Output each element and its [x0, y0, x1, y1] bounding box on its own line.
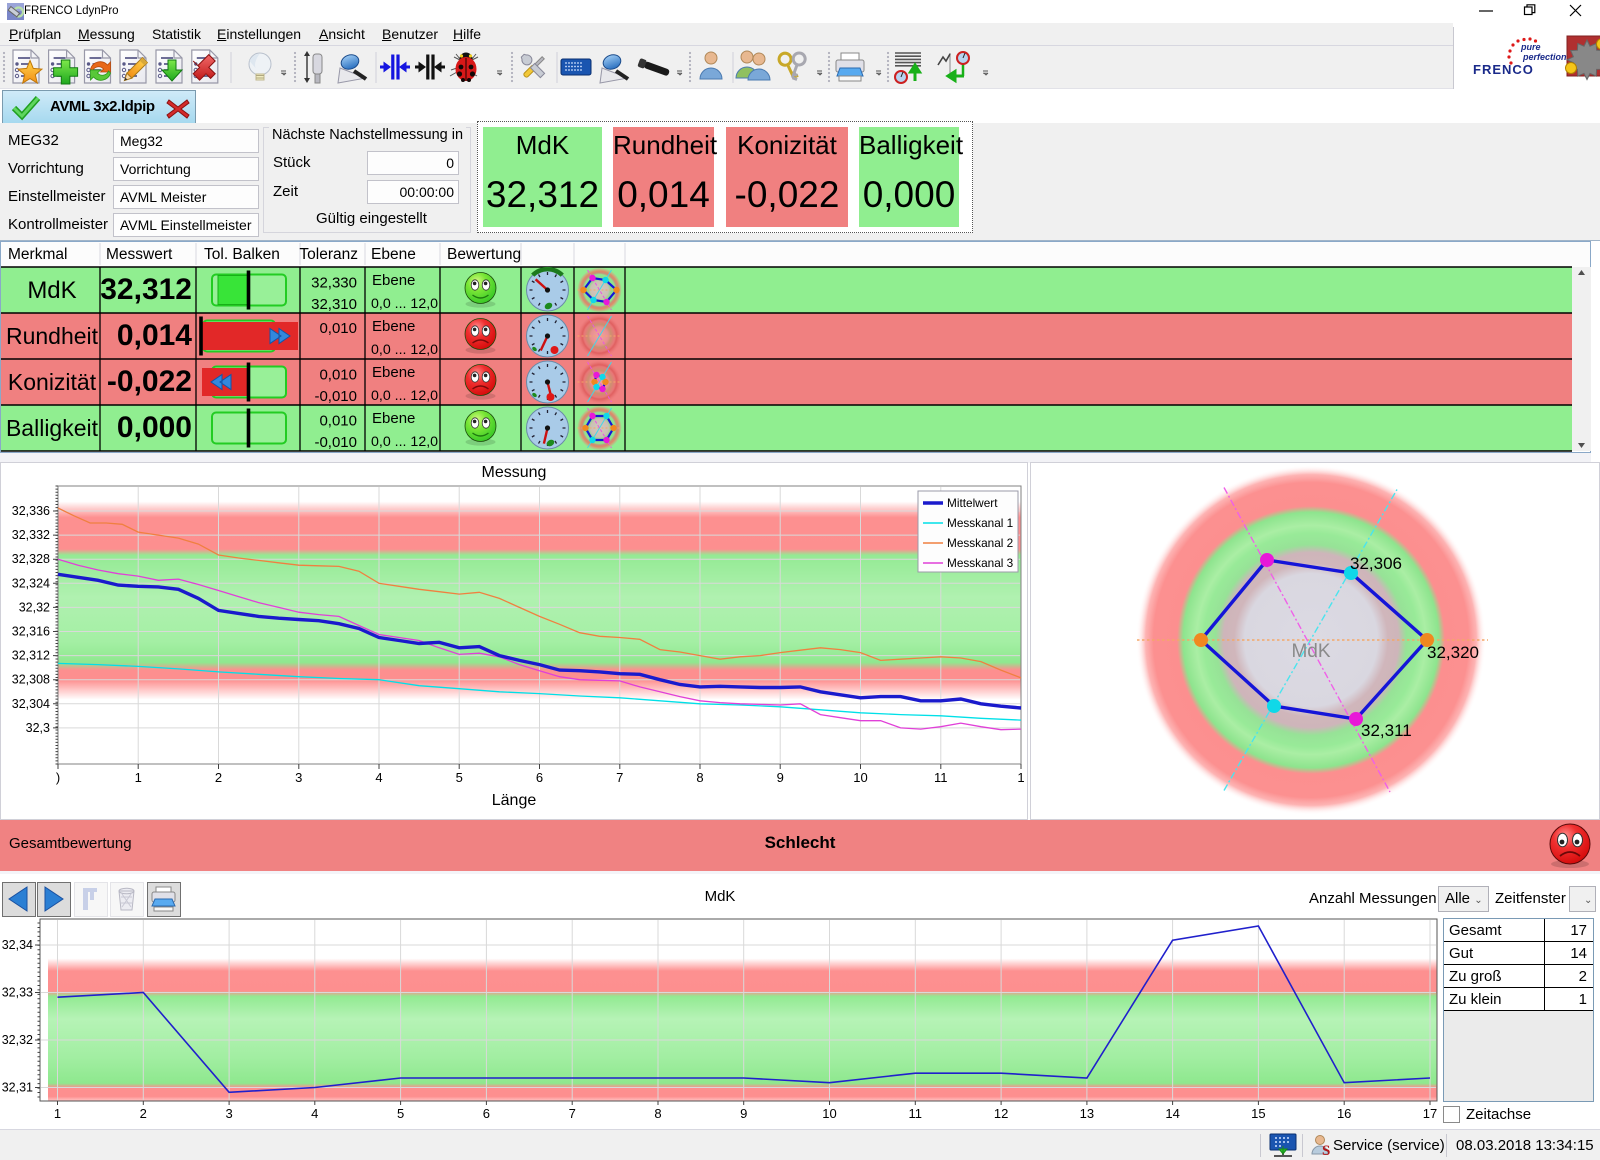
- svg-text:MdK: MdK: [27, 277, 76, 304]
- svg-text:12: 12: [994, 1106, 1008, 1121]
- svg-text:4: 4: [311, 1106, 318, 1121]
- svg-text:32,312: 32,312: [12, 649, 50, 663]
- svg-text:0,0 ... 12,0: 0,0 ... 12,0: [371, 434, 438, 450]
- svg-text:32,311: 32,311: [1361, 721, 1412, 740]
- svg-text:8: 8: [654, 1106, 661, 1121]
- svg-text:3: 3: [225, 1106, 232, 1121]
- svg-text:Bewertung: Bewertung: [447, 246, 521, 263]
- svg-text:perfection: perfection: [1522, 52, 1567, 62]
- svg-text:Messung: Messung: [482, 464, 547, 481]
- svg-text:17: 17: [1423, 1106, 1437, 1121]
- svg-text:6: 6: [536, 770, 543, 785]
- svg-text:16: 16: [1337, 1106, 1351, 1121]
- svg-text:Ebene: Ebene: [372, 272, 415, 289]
- svg-text:32,32: 32,32: [19, 600, 50, 614]
- svg-text:32,324: 32,324: [12, 576, 50, 590]
- svg-text:15: 15: [1251, 1106, 1265, 1121]
- svg-text:0,010: 0,010: [319, 367, 357, 384]
- svg-text:Messkanal 3: Messkanal 3: [947, 556, 1014, 570]
- svg-text:14: 14: [1165, 1106, 1179, 1121]
- svg-text:9: 9: [740, 1106, 747, 1121]
- svg-text:-0,022: -0,022: [107, 365, 192, 398]
- svg-text:Merkmal: Merkmal: [8, 246, 67, 263]
- svg-text:2: 2: [215, 770, 222, 785]
- svg-text:Ebene: Ebene: [371, 246, 416, 263]
- svg-text:0,0 ... 12,0: 0,0 ... 12,0: [371, 388, 438, 404]
- svg-text:Konizität: Konizität: [8, 369, 97, 395]
- svg-text:0,010: 0,010: [319, 320, 357, 337]
- svg-text:Länge: Länge: [492, 792, 537, 809]
- svg-text:11: 11: [909, 1106, 923, 1121]
- svg-text:32,332: 32,332: [12, 528, 50, 542]
- svg-text:7: 7: [569, 1106, 576, 1121]
- svg-text:13: 13: [1080, 1106, 1094, 1121]
- svg-text:0,0 ... 12,0: 0,0 ... 12,0: [371, 342, 438, 358]
- svg-text:32,310: 32,310: [311, 296, 357, 313]
- svg-text:32,32: 32,32: [2, 1033, 33, 1047]
- svg-text:): ): [56, 770, 60, 785]
- svg-text:FRENCO: FRENCO: [1473, 62, 1534, 77]
- svg-text:0,000: 0,000: [117, 411, 192, 444]
- svg-text:32,336: 32,336: [12, 504, 50, 518]
- svg-text:1: 1: [135, 770, 142, 785]
- svg-text:32,316: 32,316: [12, 625, 50, 639]
- svg-text:Ebene: Ebene: [372, 364, 415, 381]
- svg-text:Toleranz: Toleranz: [299, 246, 358, 263]
- svg-text:32,3: 32,3: [26, 721, 50, 735]
- svg-text:S: S: [1322, 1143, 1330, 1158]
- svg-text:32,34: 32,34: [2, 938, 33, 952]
- svg-text:Messkanal 2: Messkanal 2: [947, 536, 1013, 550]
- svg-text:1: 1: [54, 1106, 61, 1121]
- svg-text:0,014: 0,014: [117, 319, 192, 352]
- svg-text:Tol. Balken: Tol. Balken: [204, 246, 280, 263]
- svg-text:Messwert: Messwert: [106, 246, 173, 263]
- svg-text:32,320: 32,320: [1427, 643, 1479, 662]
- svg-text:Rundheit: Rundheit: [6, 323, 99, 349]
- svg-text:Messkanal 1: Messkanal 1: [947, 516, 1013, 530]
- svg-text:32,33: 32,33: [2, 986, 33, 1000]
- svg-text:Ebene: Ebene: [372, 318, 415, 335]
- svg-text:pure: pure: [1520, 42, 1541, 52]
- svg-text:32,306: 32,306: [1350, 554, 1402, 573]
- svg-text:5: 5: [397, 1106, 404, 1121]
- svg-text:32,31: 32,31: [2, 1081, 33, 1095]
- svg-text:8: 8: [696, 770, 703, 785]
- svg-text:32,312: 32,312: [100, 273, 192, 306]
- svg-text:Ebene: Ebene: [372, 410, 415, 427]
- svg-text:0,0 ... 12,0: 0,0 ... 12,0: [371, 296, 438, 312]
- svg-text:-0,010: -0,010: [314, 388, 357, 405]
- svg-text:3: 3: [295, 770, 302, 785]
- svg-text:5: 5: [456, 770, 463, 785]
- svg-text:32,304: 32,304: [12, 697, 50, 711]
- svg-text:4: 4: [375, 770, 382, 785]
- svg-text:10: 10: [822, 1106, 836, 1121]
- svg-text:Balligkeit: Balligkeit: [6, 415, 99, 441]
- svg-text:7: 7: [616, 770, 623, 785]
- svg-text:2: 2: [140, 1106, 147, 1121]
- svg-text:10: 10: [853, 770, 867, 785]
- svg-text:6: 6: [483, 1106, 490, 1121]
- svg-text:-0,010: -0,010: [314, 434, 357, 451]
- svg-text:0,010: 0,010: [319, 413, 357, 430]
- svg-text:32,308: 32,308: [12, 673, 50, 687]
- svg-text:32,328: 32,328: [12, 552, 50, 566]
- svg-text:1: 1: [1017, 770, 1024, 785]
- svg-text:32,330: 32,330: [311, 275, 357, 292]
- svg-text:Mittelwert: Mittelwert: [947, 496, 998, 510]
- svg-text:9: 9: [777, 770, 784, 785]
- svg-text:11: 11: [934, 770, 948, 785]
- svg-text:MdK: MdK: [1291, 641, 1330, 662]
